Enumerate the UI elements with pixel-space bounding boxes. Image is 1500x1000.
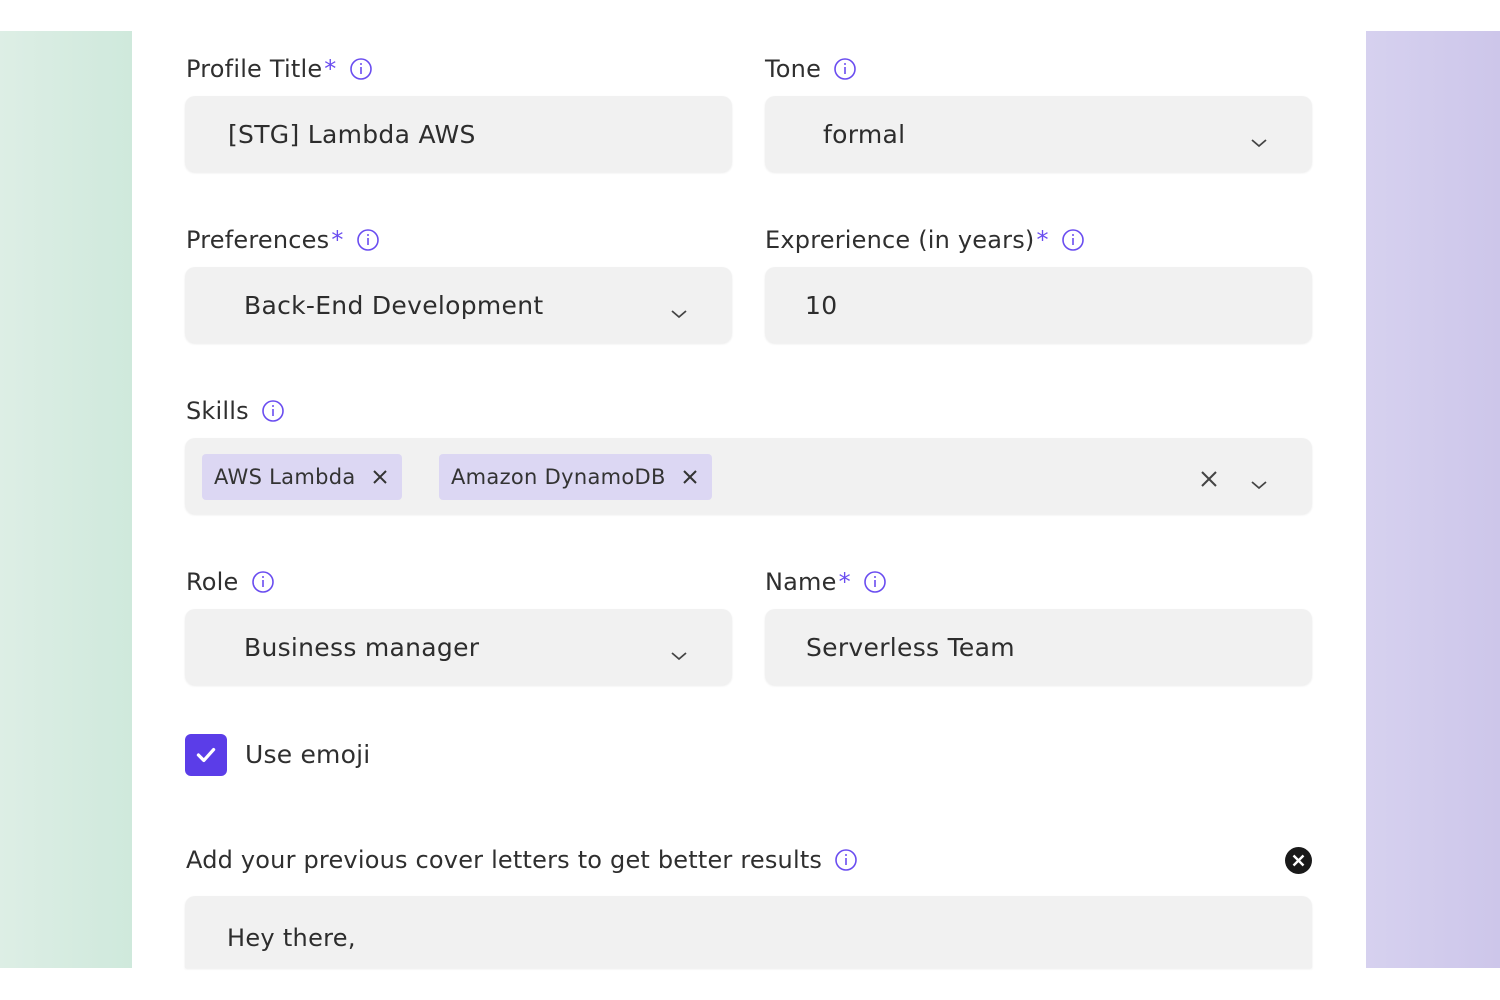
experience-label-text: Exprerience (in years) (765, 226, 1035, 254)
skills-label: Skills (186, 396, 285, 426)
skill-chip: Amazon DynamoDB (439, 454, 712, 500)
close-icon[interactable] (370, 467, 390, 487)
chevron-down-icon[interactable] (1249, 469, 1269, 490)
profile-title-value: [STG] Lambda AWS (228, 119, 476, 149)
profile-title-label: Profile Title * (186, 54, 373, 84)
profile-title-input[interactable]: [STG] Lambda AWS (185, 96, 732, 172)
chevron-down-icon[interactable] (669, 298, 689, 319)
cover-letter-text: Hey there, (227, 924, 356, 952)
tone-label: Tone (765, 54, 857, 84)
info-icon[interactable] (834, 848, 858, 872)
preferences-label-text: Preferences (186, 226, 330, 254)
chevron-down-icon[interactable] (669, 640, 689, 661)
info-icon[interactable] (833, 57, 857, 81)
clear-all-icon[interactable] (1199, 466, 1219, 487)
required-mark: * (331, 226, 344, 254)
use-emoji-label[interactable]: Use emoji (245, 739, 370, 769)
experience-label: Exprerience (in years) * (765, 225, 1085, 255)
name-label: Name * (765, 567, 887, 597)
name-label-text: Name (765, 568, 837, 596)
role-select[interactable]: Business manager (185, 609, 732, 685)
info-icon[interactable] (261, 399, 285, 423)
tone-label-text: Tone (765, 55, 822, 83)
background-left (0, 31, 132, 968)
required-mark: * (324, 55, 337, 83)
name-value: Serverless Team (806, 632, 1015, 662)
chevron-down-icon[interactable] (1249, 127, 1269, 148)
clear-circle-icon[interactable] (1284, 846, 1313, 875)
tone-select[interactable]: formal (765, 96, 1312, 172)
check-icon (193, 742, 219, 768)
skill-chip: AWS Lambda (202, 454, 402, 500)
info-icon[interactable] (863, 570, 887, 594)
skills-label-text: Skills (186, 397, 249, 425)
experience-value: 10 (805, 290, 838, 320)
role-selected-value: Business manager (244, 632, 480, 662)
use-emoji-label-text: Use emoji (245, 739, 371, 769)
skills-multiselect[interactable]: AWS Lambda Amazon DynamoDB (185, 438, 1312, 514)
preferences-selected-value: Back-End Development (244, 290, 544, 320)
info-icon[interactable] (251, 570, 275, 594)
required-mark: * (838, 568, 851, 596)
use-emoji-checkbox[interactable] (185, 734, 227, 776)
background-right (1366, 31, 1500, 968)
cover-letters-label-text: Add your previous cover letters to get b… (186, 846, 823, 874)
info-icon[interactable] (1061, 228, 1085, 252)
close-icon[interactable] (680, 467, 700, 487)
name-input[interactable]: Serverless Team (765, 609, 1312, 685)
role-label: Role (186, 567, 275, 597)
cover-letters-label: Add your previous cover letters to get b… (186, 845, 858, 875)
skill-chip-label: Amazon DynamoDB (451, 465, 666, 489)
preferences-select[interactable]: Back-End Development (185, 267, 732, 343)
required-mark: * (1036, 226, 1049, 254)
experience-input[interactable]: 10 (765, 267, 1312, 343)
cover-letter-textarea[interactable]: Hey there, (185, 896, 1312, 968)
profile-title-label-text: Profile Title (186, 55, 323, 83)
role-label-text: Role (186, 568, 239, 596)
tone-selected-value: formal (823, 119, 906, 149)
preferences-label: Preferences * (186, 225, 380, 255)
info-icon[interactable] (349, 57, 373, 81)
info-icon[interactable] (356, 228, 380, 252)
skill-chip-label: AWS Lambda (214, 465, 356, 489)
